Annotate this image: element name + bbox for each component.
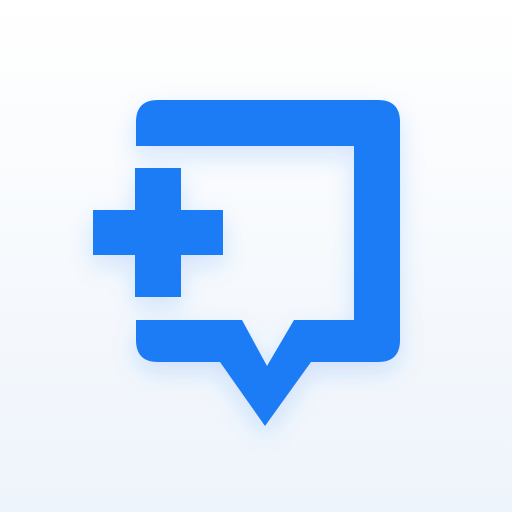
plus-cross-icon bbox=[93, 168, 223, 297]
medical-chat-bubble-icon bbox=[93, 100, 400, 426]
app-icon bbox=[0, 0, 512, 512]
